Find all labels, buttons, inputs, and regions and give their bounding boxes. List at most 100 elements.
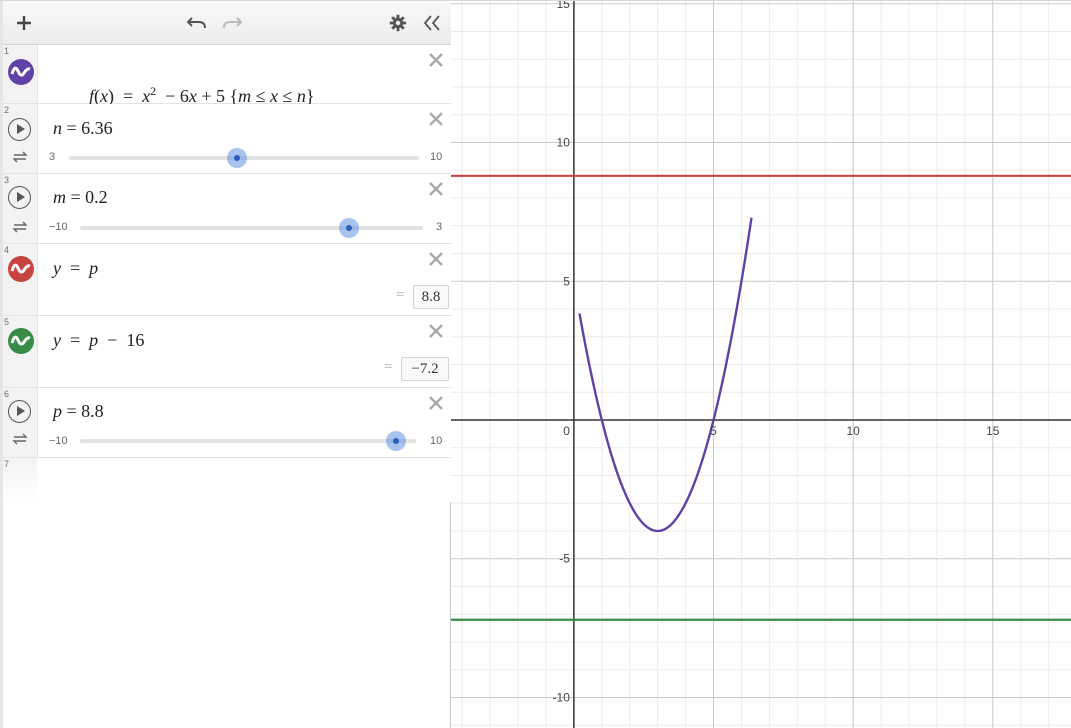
le-sign-2: ≤ (282, 86, 293, 106)
eq-sign: = (70, 258, 81, 278)
play-icon[interactable] (8, 186, 31, 209)
function-var: x (100, 86, 109, 106)
domain-m: m (238, 86, 252, 106)
y-tick-label: 5 (563, 274, 570, 288)
graph-canvas[interactable]: 0 5 10 15 15 10 5 -5 -10 (451, 1, 1071, 728)
loop-icon[interactable] (12, 220, 28, 234)
rhs: p (89, 330, 99, 350)
expression-gutter: 2 (3, 104, 38, 173)
slider-var: n (53, 118, 62, 138)
y-tick-label: 15 (557, 1, 571, 11)
slider-thumb[interactable] (385, 431, 406, 451)
slider-max[interactable]: 10 (430, 151, 442, 163)
plus-icon[interactable] (14, 13, 34, 33)
slider-value: 0.2 (85, 187, 108, 207)
expression-index: 2 (4, 105, 10, 115)
expression-toolbar (3, 1, 451, 45)
play-icon[interactable] (8, 118, 31, 141)
slider-min[interactable]: 3 (49, 151, 55, 163)
expression-gutter: 4 (3, 244, 38, 315)
slider-max[interactable]: 3 (436, 221, 442, 233)
expression-row-empty[interactable]: 7 (3, 458, 451, 502)
slider-thumb[interactable] (227, 148, 247, 168)
slider-track[interactable] (80, 439, 416, 443)
close-icon[interactable] (427, 250, 445, 268)
expression-row-line-p16[interactable]: 5 y = p − 16 = −7.2 (3, 316, 451, 388)
evaluation-result: −7.2 (401, 357, 449, 381)
play-icon[interactable] (8, 400, 31, 423)
result-eq-sign: = (396, 287, 405, 303)
double-chevron-left-icon[interactable] (421, 13, 443, 33)
y-tick-label: -10 (553, 690, 571, 704)
slider-value: 8.8 (81, 401, 104, 421)
calculator-window: 1 f(x) = x2 − 6x + 5 {m ≤ x ≤ n} 2 n = 6… (0, 0, 1071, 728)
expression-index: 6 (4, 389, 10, 399)
function-name: f (89, 86, 95, 106)
slider-min[interactable]: −10 (49, 221, 68, 233)
graph-paper[interactable]: 0 5 10 15 15 10 5 -5 -10 (451, 1, 1071, 728)
x-tick-label: 10 (846, 424, 860, 438)
le-sign: ≤ (255, 86, 266, 106)
result-eq-sign: = (384, 359, 393, 375)
brace-close: } (305, 86, 315, 106)
close-icon[interactable] (427, 51, 445, 69)
expression-row-function[interactable]: 1 f(x) = x2 − 6x + 5 {m ≤ x ≤ n} (3, 45, 451, 106)
red-curve-icon[interactable] (8, 256, 34, 282)
purple-curve-icon[interactable] (8, 59, 34, 85)
x-tick-label: 15 (986, 424, 1000, 438)
expression-gutter: 1 (3, 45, 38, 103)
minus-sign: − (107, 330, 118, 350)
expression-gutter: 3 (3, 174, 38, 243)
expression-gutter: 7 (3, 458, 37, 502)
close-icon[interactable] (427, 394, 445, 412)
close-icon[interactable] (427, 322, 445, 340)
redo-icon[interactable] (221, 13, 243, 33)
slider-expression[interactable]: p = 8.8 (53, 401, 104, 422)
brace-open: { (229, 86, 239, 106)
x-tick-label: 5 (710, 424, 717, 438)
slider-value: 6.36 (81, 118, 113, 138)
slider-min[interactable]: −10 (49, 435, 68, 447)
eq-sign: = (70, 187, 81, 207)
expression-row-slider-p[interactable]: 6 p = 8.8 −10 10 (3, 388, 451, 458)
expression-row-slider-n[interactable]: 2 n = 6.36 3 10 (3, 104, 451, 174)
close-icon[interactable] (427, 110, 445, 128)
constant-term: + 5 (196, 86, 225, 106)
close-icon[interactable] (427, 180, 445, 198)
expression-index: 5 (4, 317, 10, 327)
domain-n: n (296, 86, 306, 106)
y-tick-label: 10 (557, 136, 571, 150)
lhs: y (53, 330, 61, 350)
undo-icon[interactable] (186, 13, 208, 33)
x-term-2: x (188, 86, 197, 106)
expression-row-slider-m[interactable]: 3 m = 0.2 −10 3 (3, 174, 451, 244)
expression-index: 4 (4, 245, 10, 255)
eq-sign: = (123, 86, 134, 106)
eq-sign: = (66, 118, 77, 138)
slider-var: p (53, 401, 62, 421)
evaluation-result: 8.8 (413, 285, 449, 309)
slider-expression[interactable]: n = 6.36 (53, 118, 113, 139)
expression-list-panel: 1 f(x) = x2 − 6x + 5 {m ≤ x ≤ n} 2 n = 6… (0, 1, 451, 728)
expression-index: 7 (4, 459, 10, 469)
expression-index: 3 (4, 175, 10, 185)
lhs: y (53, 258, 61, 278)
line-expression[interactable]: y = p (53, 258, 98, 279)
green-curve-icon[interactable] (8, 328, 34, 354)
loop-icon[interactable] (12, 432, 28, 446)
loop-icon[interactable] (12, 150, 28, 164)
tick-labels: 0 5 10 15 15 10 5 -5 -10 (553, 1, 1000, 704)
slider-track[interactable] (80, 226, 423, 230)
slider-thumb[interactable] (339, 218, 360, 238)
slider-var: m (53, 187, 66, 207)
slider-max[interactable]: 10 (430, 435, 442, 447)
line-expression[interactable]: y = p − 16 (53, 330, 144, 351)
gear-icon[interactable] (388, 13, 408, 33)
rhs: p (89, 258, 99, 278)
term-minus: − 6 (165, 86, 189, 106)
eq-sign: = (70, 330, 81, 350)
expression-gutter: 5 (3, 316, 38, 387)
domain-x: x (270, 86, 279, 106)
expression-row-line-p[interactable]: 4 y = p = 8.8 (3, 244, 451, 316)
slider-expression[interactable]: m = 0.2 (53, 187, 108, 208)
